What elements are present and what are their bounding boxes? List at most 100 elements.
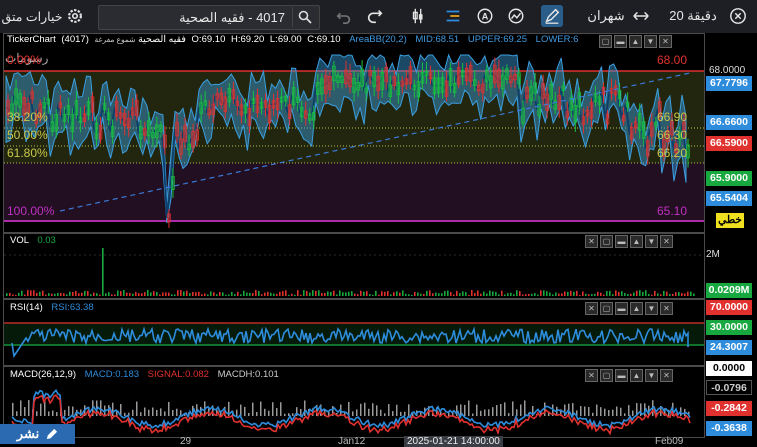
volume-value: 0.03 — [37, 235, 56, 246]
open-value: O:69.10 — [191, 34, 226, 45]
volume-legend: VOL 0.03 — [10, 235, 56, 246]
price-legend: TickerChart (4017) فقيه الصحية شموع مفرغ… — [7, 34, 578, 45]
price-pane-controls: ▢ ▬ ▲ ▼ ✕ — [599, 35, 672, 48]
price-axis-top: 68.0000 — [709, 65, 746, 76]
pane-maximize-icon[interactable]: ▢ — [599, 35, 612, 48]
pane-down-icon[interactable]: ▼ — [645, 369, 658, 382]
pane-maximize-icon[interactable]: ▢ — [600, 369, 613, 382]
rsi-pane[interactable]: RSI(14) RSI:63.38 ✕ ▢ ▬ ▲ ▼ ✕ 70.0000 30… — [0, 299, 757, 366]
interval-label: 20 دقيقة — [669, 8, 717, 23]
price-tag-bb-upper: 67.7796 — [706, 76, 752, 91]
bb-lower: LOWER:6 — [535, 34, 579, 45]
rsi-legend: RSI(14) RSI:63.38 — [10, 302, 94, 313]
macd-pane[interactable]: MACD(26,12,9) MACD:0.183 SIGNAL:0.082 MA… — [0, 361, 757, 444]
brand-label: TickerChart — [7, 34, 56, 45]
pane-down-icon[interactable]: ▼ — [645, 235, 658, 248]
macd-value: MACD:0.183 — [84, 369, 140, 380]
pane-close-icon[interactable]: ✕ — [660, 235, 673, 248]
pane-minimize-icon[interactable]: ▬ — [614, 35, 627, 48]
pane-minimize-icon[interactable]: ▬ — [615, 235, 628, 248]
volume-axis-2m: 2M — [706, 249, 720, 260]
pane-settings-icon[interactable]: ✕ — [585, 235, 598, 248]
macd-pane-controls: ✕ ▢ ▬ ▲ ▼ ✕ — [585, 369, 673, 382]
symbol-search-box[interactable]: 4017 - فقيه الصحية — [98, 5, 320, 30]
alert-a-icon[interactable]: A — [474, 5, 496, 27]
volume-title: VOL — [10, 235, 29, 246]
fib-right-38: 66.90 — [657, 110, 688, 124]
fib-left-100: 100.00% — [7, 204, 55, 218]
share-label: نشر — [16, 426, 40, 441]
price-pane-border — [3, 33, 705, 233]
undo-icon[interactable] — [333, 5, 355, 27]
compare-arrows-icon[interactable] — [630, 5, 652, 27]
price-tag-bb-lower: 65.5404 — [706, 191, 752, 206]
rsi-value: RSI:63.38 — [51, 302, 94, 313]
price-tag-bb-mid: 66.6600 — [706, 115, 752, 130]
time-label-29: 29 — [180, 436, 192, 447]
bb-upper: UPPER:69.25 — [467, 34, 528, 45]
pane-close-icon[interactable]: ✕ — [660, 369, 673, 382]
top-toolbar: خيارات متق 4017 - فقيه الصحية A شهران 20… — [0, 0, 757, 34]
drawing-pen-icon[interactable] — [541, 5, 563, 27]
price-pane[interactable]: TickerChart (4017) فقيه الصحية شموع مفرغ… — [0, 33, 757, 233]
pane-up-icon[interactable]: ▲ — [630, 369, 643, 382]
rsi-tag-30: 30.0000 — [706, 320, 752, 335]
share-button[interactable]: نشر — [0, 424, 75, 444]
signal-value: SIGNAL:0.082 — [147, 369, 209, 380]
pane-minimize-icon[interactable]: ▬ — [615, 302, 628, 315]
volume-pane-controls: ✕ ▢ ▬ ▲ ▼ ✕ — [585, 235, 673, 248]
rsi-title: RSI(14) — [10, 302, 43, 313]
fib-left-0: 0.00% — [7, 53, 42, 67]
rsi-pane-controls: ✕ ▢ ▬ ▲ ▼ ✕ — [585, 302, 673, 315]
volume-tag: 0.0209M — [706, 283, 752, 298]
settings-gear-icon[interactable] — [64, 5, 86, 27]
svg-text:A: A — [482, 12, 489, 22]
indicators-icon[interactable] — [442, 5, 464, 27]
low-value: L:69.00 — [269, 34, 302, 45]
pane-settings-icon[interactable]: ✕ — [585, 369, 598, 382]
fib-right-61: 66.20 — [657, 146, 688, 160]
macd-tag-signal: -0.2842 — [706, 401, 752, 416]
pane-close-icon[interactable]: ✕ — [659, 35, 672, 48]
pane-settings-icon[interactable]: ✕ — [585, 302, 598, 315]
macd-legend: MACD(26,12,9) MACD:0.183 SIGNAL:0.082 MA… — [10, 369, 279, 380]
pane-down-icon[interactable]: ▼ — [644, 35, 657, 48]
macd-tag-macd: -0.3638 — [706, 421, 752, 436]
fib-left-38: 38.20% — [7, 110, 48, 124]
interval-selector[interactable]: 20 دقيقة — [666, 5, 720, 27]
pane-close-icon[interactable]: ✕ — [660, 302, 673, 315]
rsi-tag-70: 70.0000 — [706, 300, 752, 315]
fib-right-50: 66.30 — [657, 128, 688, 142]
macd-title: MACD(26,12,9) — [10, 369, 76, 380]
period-label: شهران — [587, 8, 625, 23]
options-menu[interactable]: خيارات متق — [0, 5, 64, 27]
time-label-jan12: Jan12 — [338, 436, 366, 447]
redo-icon[interactable] — [364, 5, 386, 27]
pane-up-icon[interactable]: ▲ — [630, 235, 643, 248]
pane-maximize-icon[interactable]: ▢ — [600, 302, 613, 315]
candle-style-icon[interactable] — [407, 5, 429, 27]
pane-maximize-icon[interactable]: ▢ — [600, 235, 613, 248]
volume-pane[interactable]: VOL 0.03 ✕ ▢ ▬ ▲ ▼ ✕ 2M 0.0209M — [0, 233, 757, 299]
pane-up-icon[interactable]: ▲ — [629, 35, 642, 48]
macd-tag-zero: 0.0000 — [706, 361, 752, 376]
fib-left-61: 61.80% — [7, 146, 48, 160]
symbol-text: 4017 - فقيه الصحية — [179, 10, 285, 25]
price-tag-fib: 66.5900 — [706, 136, 752, 151]
price-tag-last: 65.9000 — [706, 171, 752, 186]
trend-circle-icon[interactable] — [505, 5, 527, 27]
macdh-value: MACDH:0.101 — [217, 369, 279, 380]
search-icon[interactable] — [292, 7, 317, 27]
period-selector[interactable]: شهران — [584, 5, 628, 27]
fib-left-50: 50.00% — [7, 128, 48, 142]
close-icon[interactable] — [727, 5, 749, 27]
macd-tag-hist: -0.0796 — [706, 380, 752, 395]
linear-scale-tag[interactable]: خطي — [716, 213, 744, 228]
pane-minimize-icon[interactable]: ▬ — [615, 369, 628, 382]
pane-down-icon[interactable]: ▼ — [645, 302, 658, 315]
time-label-feb09: Feb09 — [655, 436, 684, 447]
pane-up-icon[interactable]: ▲ — [630, 302, 643, 315]
pencil-icon — [47, 428, 58, 439]
chart-type: شموع مفرغة — [94, 35, 136, 44]
time-crosshair-label: 2025-01-21 14:00:00 — [404, 436, 503, 447]
